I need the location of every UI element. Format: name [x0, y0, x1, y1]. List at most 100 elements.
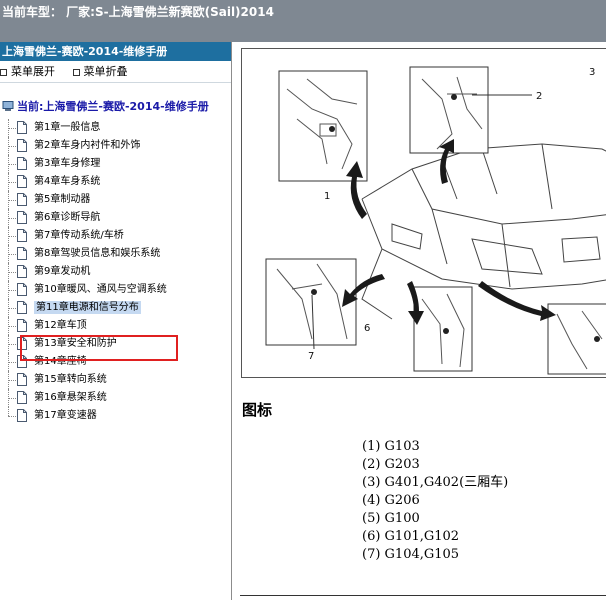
- tree-line: [8, 146, 16, 147]
- collapse-menu-button[interactable]: 菜单折叠: [72, 61, 128, 82]
- document-icon: [17, 211, 27, 224]
- tree-line: [8, 362, 16, 363]
- tree-item[interactable]: 第12章车顶: [0, 317, 231, 335]
- content-pane: 1 2 3 6 7 图标 (1) G103 (2) G203 (3) G401,G4…: [232, 42, 606, 600]
- tree-item[interactable]: 第1章一般信息: [0, 119, 231, 137]
- document-icon: [17, 319, 27, 332]
- tree-line: [8, 308, 16, 309]
- document-icon: [17, 229, 27, 242]
- document-icon: [17, 139, 27, 152]
- document-icon: [17, 391, 27, 404]
- tree-item-label: 第7章传动系统/车桥: [34, 230, 124, 241]
- document-icon: [17, 175, 27, 188]
- legend-entry: (3) G401,G402(三厢车): [362, 475, 509, 490]
- document-icon: [17, 157, 27, 170]
- top-bar: 当前车型： 厂家:S-上海雪佛兰新赛欧(Sail)2014: [0, 0, 606, 42]
- callout-3: 3: [589, 67, 595, 78]
- tree-item[interactable]: 第14章座椅: [0, 353, 231, 371]
- legend-title: 图标: [242, 401, 273, 419]
- tree-line: [8, 272, 16, 273]
- legend-entry: (7) G104,G105: [362, 547, 460, 562]
- tree-item-label: 第12章车顶: [34, 320, 87, 331]
- tree-line: [8, 254, 16, 255]
- tree-root[interactable]: 当前:上海雪佛兰-赛欧-2014-维修手册: [0, 98, 231, 116]
- tree-item[interactable]: 第6章诊断导航: [0, 209, 231, 227]
- tree-line: [8, 164, 16, 165]
- vehicle-ground-diagram: 1 2 3 6 7: [265, 66, 606, 375]
- expand-icon: [0, 68, 7, 76]
- tree-line: [8, 416, 16, 417]
- sidebar: 上海雪佛兰-赛欧-2014-维修手册 菜单展开 菜单折叠 当前:上海雪佛兰-赛欧…: [0, 42, 232, 600]
- tree-item-label: 第1章一般信息: [34, 122, 101, 133]
- expand-menu-button[interactable]: 菜单展开: [0, 61, 55, 82]
- tree-item-label: 第14章座椅: [34, 356, 87, 367]
- tree-item-label: 第5章制动器: [34, 194, 91, 205]
- document-icon: [17, 193, 27, 206]
- tree-item[interactable]: 第13章安全和防护: [0, 335, 231, 353]
- tree-item[interactable]: 第2章车身内衬件和外饰: [0, 137, 231, 155]
- tree-item-label: 第6章诊断导航: [34, 212, 101, 223]
- document-icon: [17, 301, 27, 314]
- tree-line: [8, 236, 16, 237]
- tree-item-label: 第17章变速器: [34, 410, 97, 421]
- tree-item-label: 第3章车身修理: [34, 158, 101, 169]
- tree-item[interactable]: 第11章电源和信号分布: [0, 299, 231, 317]
- callout-7: 7: [308, 351, 314, 362]
- tree-item[interactable]: 第10章暖风、通风与空调系统: [0, 281, 231, 299]
- tree-line: [8, 290, 16, 291]
- document-icon: [17, 283, 27, 296]
- tree-line: [8, 344, 16, 345]
- document-icon: [17, 409, 27, 422]
- callout-6: 6: [364, 323, 370, 334]
- sidebar-toolbar: 菜单展开 菜单折叠: [0, 61, 231, 83]
- tree-line: [8, 407, 9, 416]
- document-icon: [17, 373, 27, 386]
- bottom-divider: [240, 595, 606, 596]
- legend-entry: (2) G203: [362, 457, 420, 472]
- tree-item-label: 第13章安全和防护: [34, 338, 117, 349]
- tree-item[interactable]: 第17章变速器: [0, 407, 231, 425]
- tree-item-label: 第9章发动机: [34, 266, 91, 277]
- document-icon: [17, 355, 27, 368]
- tree-line: [8, 128, 16, 129]
- tree-item-label: 第15章转向系统: [34, 374, 107, 385]
- tree-line: [8, 398, 16, 399]
- tree-item[interactable]: 第3章车身修理: [0, 155, 231, 173]
- tree-root-label: 当前:上海雪佛兰-赛欧-2014-维修手册: [17, 100, 209, 113]
- tree-line: [8, 218, 16, 219]
- tree-line: [8, 326, 16, 327]
- wiring-diagram-figure: 1 2 3 6 7: [241, 48, 606, 378]
- document-icon: [17, 247, 27, 260]
- tree-item-label: 第16章悬架系统: [34, 392, 107, 403]
- tree-item[interactable]: 第8章驾驶员信息和娱乐系统: [0, 245, 231, 263]
- tree-item-label: 第11章电源和信号分布: [34, 301, 141, 314]
- tree-item[interactable]: 第7章传动系统/车桥: [0, 227, 231, 245]
- collapse-menu-label: 菜单折叠: [83, 65, 128, 78]
- tree-item[interactable]: 第15章转向系统: [0, 371, 231, 389]
- legend-list: (1) G103 (2) G203 (3) G401,G402(三厢车) (4) G2…: [362, 438, 508, 564]
- legend-entry: (5) G100: [362, 511, 420, 526]
- tree-item[interactable]: 第16章悬架系统: [0, 389, 231, 407]
- collapse-icon: [72, 68, 80, 76]
- document-icon: [17, 265, 27, 278]
- computer-icon: [2, 101, 14, 111]
- tree-item-label: 第4章车身系统: [34, 176, 101, 187]
- tree-item-label: 第2章车身内衬件和外饰: [34, 140, 141, 151]
- legend-entry: (6) G101,G102: [362, 529, 460, 544]
- tree-item-label: 第8章驾驶员信息和娱乐系统: [34, 248, 161, 259]
- expand-menu-label: 菜单展开: [11, 65, 55, 78]
- document-icon: [17, 121, 27, 134]
- tree-item[interactable]: 第5章制动器: [0, 191, 231, 209]
- tree-line: [8, 380, 16, 381]
- tree-item-label: 第10章暖风、通风与空调系统: [34, 284, 167, 295]
- legend-entry: (4) G206: [362, 493, 420, 508]
- vehicle-model-title: 当前车型： 厂家:S-上海雪佛兰新赛欧(Sail)2014: [2, 5, 274, 19]
- callout-1: 1: [324, 191, 330, 202]
- tree-line: [8, 182, 16, 183]
- tree-item[interactable]: 第9章发动机: [0, 263, 231, 281]
- sidebar-header: 上海雪佛兰-赛欧-2014-维修手册: [0, 42, 231, 61]
- callout-2: 2: [536, 91, 542, 102]
- tree-line: [8, 200, 16, 201]
- legend-entry: (1) G103: [362, 439, 420, 454]
- tree-item[interactable]: 第4章车身系统: [0, 173, 231, 191]
